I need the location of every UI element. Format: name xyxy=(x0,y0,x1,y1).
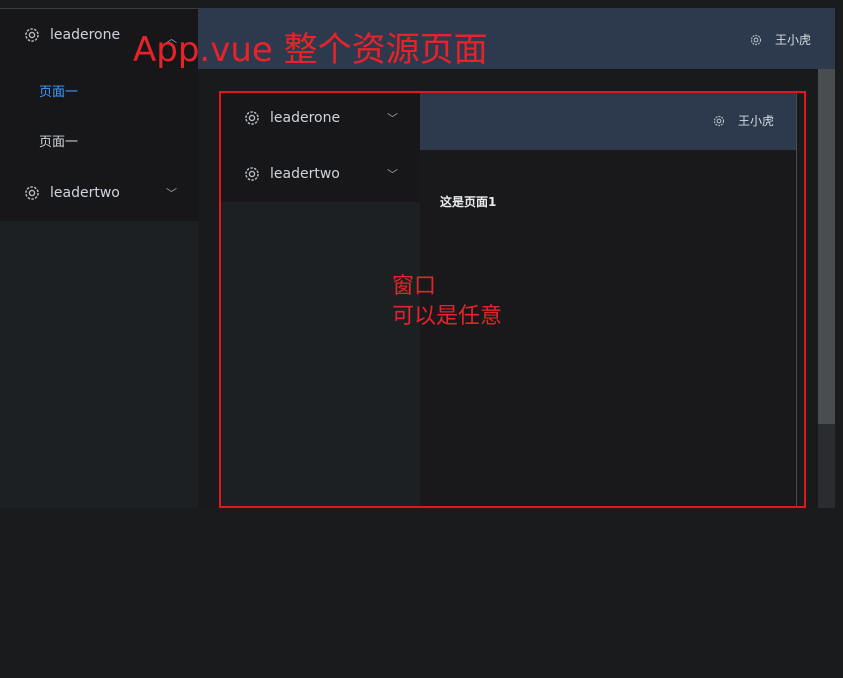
outer-scrollbar-thumb[interactable] xyxy=(818,69,835,424)
outer-menu-leadertwo[interactable]: leadertwo xyxy=(22,183,120,203)
outer-submenu-item-2[interactable]: 页面一 xyxy=(39,131,78,150)
chevron-down-icon: ﹀ xyxy=(166,187,177,200)
gear-icon xyxy=(22,25,42,45)
outer-submenu-item-1[interactable]: 页面一 xyxy=(39,81,78,100)
annotation-window-line2: 可以是任意 xyxy=(392,304,503,329)
gear-icon xyxy=(22,183,42,203)
outer-menu-leaderone-label: leaderone xyxy=(50,27,121,43)
outer-menu-leadertwo-label: leadertwo xyxy=(50,185,120,201)
annotation-window-line1: 窗口 xyxy=(392,274,437,299)
annotation-title: App.vue 整个资源页面 xyxy=(133,30,488,70)
window-annotation-box xyxy=(219,91,806,508)
gear-icon xyxy=(749,33,763,47)
annotation-window: 窗口 可以是任意 xyxy=(392,272,502,332)
outer-header-user[interactable]: 王小虎 xyxy=(749,31,811,48)
outer-menu-leaderone[interactable]: leaderone xyxy=(22,25,120,45)
outer-sidebar-background xyxy=(0,221,198,508)
outer-user-name: 王小虎 xyxy=(775,33,812,47)
